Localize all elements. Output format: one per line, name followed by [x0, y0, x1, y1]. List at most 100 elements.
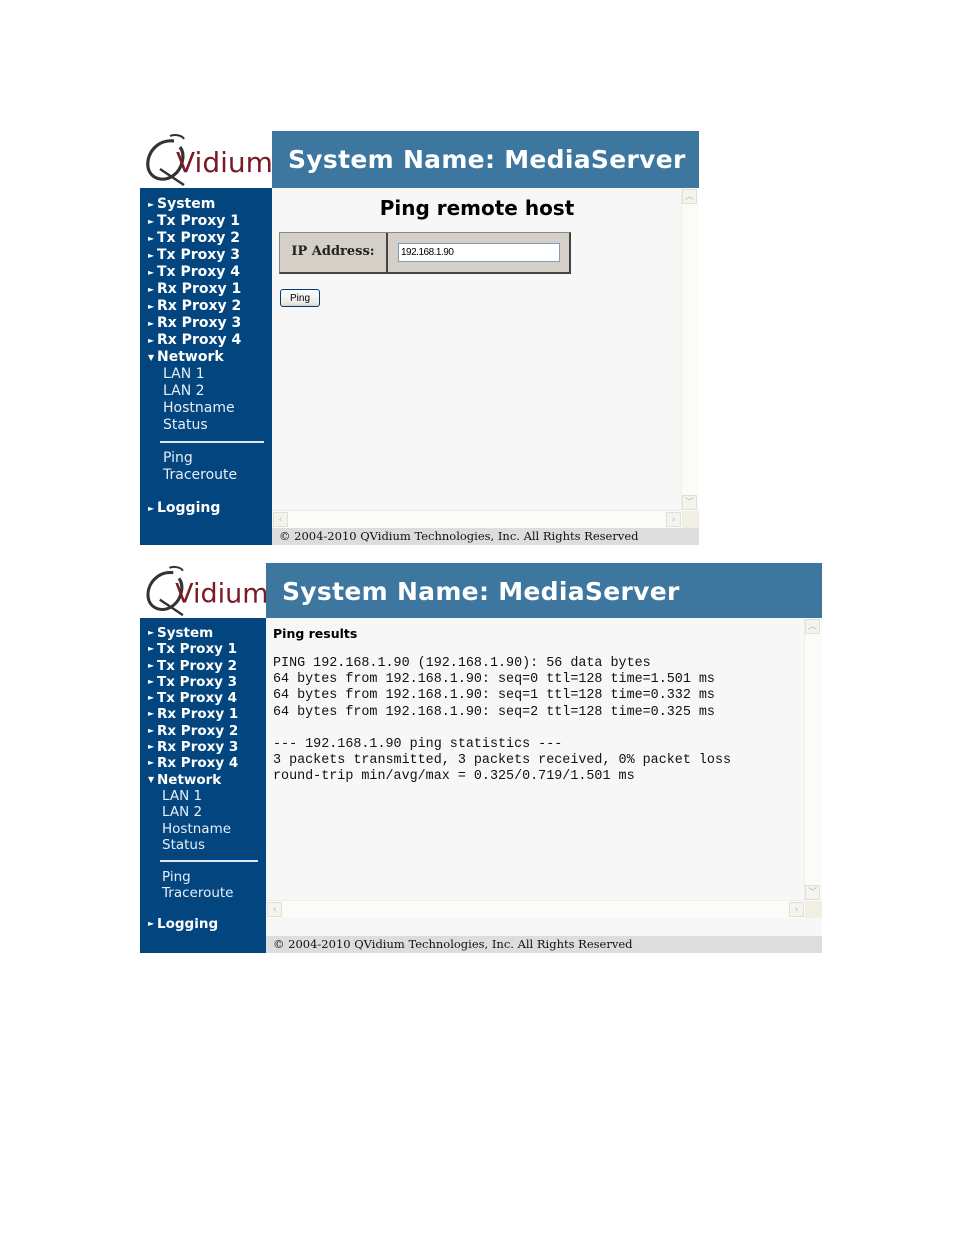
output-line: 64 bytes from 192.168.1.90: seq=0 ttl=12… [273, 672, 715, 688]
sidebar-item-system[interactable]: ► System [140, 625, 266, 641]
scrollbar-corner [682, 511, 699, 528]
sidebar-subitem-ping[interactable]: Ping [140, 869, 266, 885]
sidebar-subitem-hostname[interactable]: Hostname [140, 821, 266, 837]
sidebar-nav: ► System ► Tx Proxy 1 ► Tx Proxy 2 ► Tx Prox… [140, 188, 272, 545]
scroll-left-icon[interactable]: ‹ [267, 902, 282, 917]
vertical-scrollbar[interactable]: ︿ ﹀ [804, 618, 822, 901]
svg-text:Vidium: Vidium [176, 146, 272, 179]
copyright-footer: © 2004-2010 QVidium Technologies, Inc. A… [266, 936, 822, 953]
sidebar-item-label: Rx Proxy 2 [157, 722, 239, 739]
scroll-right-icon[interactable]: › [789, 902, 804, 917]
sidebar-item-label: Rx Proxy 4 [157, 332, 242, 348]
ip-address-table: IP Address: [279, 232, 571, 274]
sidebar-item-label: Tx Proxy 2 [157, 657, 238, 674]
sidebar-nav: ► System ► Tx Proxy 1 ► Tx Proxy 2 ► Tx Prox… [140, 618, 266, 953]
expand-arrow-icon: ► [148, 504, 155, 513]
sidebar-item-label: Network [157, 349, 224, 365]
sidebar-subitem-traceroute[interactable]: Traceroute [140, 467, 272, 484]
sidebar-item-label: Rx Proxy 3 [157, 315, 242, 331]
sidebar-divider [160, 441, 264, 443]
sidebar-item-label: Rx Proxy 4 [157, 755, 239, 772]
collapse-arrow-icon: ▼ [148, 353, 155, 362]
ip-address-input[interactable] [398, 243, 560, 262]
ip-address-label: IP Address: [280, 233, 388, 272]
sidebar-item-label: Rx Proxy 3 [157, 739, 239, 756]
sidebar-item-rx-proxy-2[interactable]: ► Rx Proxy 2 [140, 298, 272, 315]
qvidium-logo-icon: Vidium [146, 134, 272, 187]
ping-form-screen: Vidium System Name: MediaServer ► System … [140, 131, 699, 545]
sidebar-subitem-status[interactable]: Status [140, 837, 266, 853]
sidebar-spacer [140, 902, 266, 916]
sidebar-item-rx-proxy-3[interactable]: ► Rx Proxy 3 [140, 739, 266, 755]
sidebar-subitem-lan-1[interactable]: LAN 1 [140, 366, 272, 383]
sidebar-item-label: Logging [157, 915, 219, 932]
sidebar-subitem-hostname[interactable]: Hostname [140, 400, 272, 417]
expand-arrow-icon: ► [148, 660, 155, 670]
sidebar-item-tx-proxy-3[interactable]: ► Tx Proxy 3 [140, 247, 272, 264]
system-name-header: System Name: MediaServer [272, 131, 699, 188]
horizontal-scrollbar[interactable]: ‹ › [266, 900, 805, 918]
sidebar-item-rx-proxy-2[interactable]: ► Rx Proxy 2 [140, 723, 266, 739]
scroll-left-icon[interactable]: ‹ [273, 512, 288, 527]
sidebar-item-label: System [157, 625, 214, 641]
sidebar-item-label: Network [157, 771, 222, 788]
collapse-arrow-icon: ▼ [148, 774, 155, 784]
sidebar-item-rx-proxy-1[interactable]: ► Rx Proxy 1 [140, 281, 272, 298]
scroll-right-icon[interactable]: › [666, 512, 681, 527]
page-title: Ping remote host [379, 196, 575, 220]
sidebar-item-label: Rx Proxy 1 [157, 706, 239, 723]
horizontal-scrollbar[interactable]: ‹ › [272, 510, 682, 528]
sidebar-item-label: Tx Proxy 2 [157, 230, 241, 246]
sidebar-item-tx-proxy-2[interactable]: ► Tx Proxy 2 [140, 658, 266, 674]
sidebar-item-label: Rx Proxy 2 [157, 298, 242, 314]
ping-results-screen: Vidium System Name: MediaServer ► System … [140, 563, 822, 953]
sidebar-item-label: System [157, 196, 216, 212]
ping-output: PING 192.168.1.90 (192.168.1.90): 56 dat… [273, 656, 731, 786]
vertical-scrollbar[interactable]: ︿ ﹀ [681, 188, 699, 511]
expand-arrow-icon: ► [148, 251, 155, 260]
content-frame: Ping results PING 192.168.1.90 (192.168.… [266, 618, 822, 918]
sidebar-item-label: Rx Proxy 1 [157, 281, 242, 297]
sidebar-item-logging[interactable]: ► Logging [140, 916, 266, 932]
sidebar-item-system[interactable]: ► System [140, 196, 272, 213]
sidebar-item-network[interactable]: ▼ Network [140, 772, 266, 788]
sidebar-divider [160, 860, 258, 863]
output-line: 3 packets transmitted, 3 packets receive… [273, 753, 732, 769]
scroll-up-icon[interactable]: ︿ [805, 619, 820, 634]
scroll-down-icon[interactable]: ﹀ [805, 885, 820, 900]
sidebar-subitem-traceroute[interactable]: Traceroute [140, 885, 266, 901]
sidebar-subitem-ping[interactable]: Ping [140, 450, 272, 467]
expand-arrow-icon: ► [148, 918, 155, 928]
sidebar-item-label: Tx Proxy 4 [157, 264, 241, 280]
expand-arrow-icon: ► [148, 200, 155, 209]
sidebar-subitem-lan-2[interactable]: LAN 2 [140, 383, 272, 400]
sidebar-item-rx-proxy-4[interactable]: ► Rx Proxy 4 [140, 332, 272, 349]
sidebar-item-rx-proxy-4[interactable]: ► Rx Proxy 4 [140, 755, 266, 771]
expand-arrow-icon: ► [148, 336, 155, 345]
scroll-down-icon[interactable]: ﹀ [682, 495, 697, 510]
sidebar-item-tx-proxy-2[interactable]: ► Tx Proxy 2 [140, 230, 272, 247]
sidebar-item-tx-proxy-1[interactable]: ► Tx Proxy 1 [140, 641, 266, 657]
scroll-up-icon[interactable]: ︿ [682, 189, 697, 204]
sidebar-item-logging[interactable]: ► Logging [140, 500, 272, 517]
sidebar-item-label: Tx Proxy 3 [157, 673, 238, 690]
sidebar-item-tx-proxy-4[interactable]: ► Tx Proxy 4 [140, 690, 266, 706]
scrollbar-corner [805, 901, 822, 918]
sidebar-item-tx-proxy-3[interactable]: ► Tx Proxy 3 [140, 674, 266, 690]
expand-arrow-icon: ► [148, 758, 155, 768]
output-line: PING 192.168.1.90 (192.168.1.90): 56 dat… [273, 656, 651, 671]
expand-arrow-icon: ► [148, 285, 155, 294]
sidebar-item-rx-proxy-1[interactable]: ► Rx Proxy 1 [140, 706, 266, 722]
sidebar-item-tx-proxy-1[interactable]: ► Tx Proxy 1 [140, 213, 272, 230]
ping-button[interactable]: Ping [280, 289, 320, 307]
sidebar-subitem-lan-1[interactable]: LAN 1 [140, 788, 266, 804]
sidebar-item-rx-proxy-3[interactable]: ► Rx Proxy 3 [140, 315, 272, 332]
sidebar-item-network[interactable]: ▼ Network [140, 349, 272, 366]
output-line: 64 bytes from 192.168.1.90: seq=1 ttl=12… [273, 688, 715, 704]
sidebar-item-tx-proxy-4[interactable]: ► Tx Proxy 4 [140, 264, 272, 281]
sidebar-subitem-lan-2[interactable]: LAN 2 [140, 804, 266, 820]
sidebar-subitem-status[interactable]: Status [140, 417, 272, 434]
expand-arrow-icon: ► [148, 693, 155, 703]
copyright-footer: © 2004-2010 QVidium Technologies, Inc. A… [272, 528, 699, 545]
sidebar-spacer [140, 484, 272, 500]
